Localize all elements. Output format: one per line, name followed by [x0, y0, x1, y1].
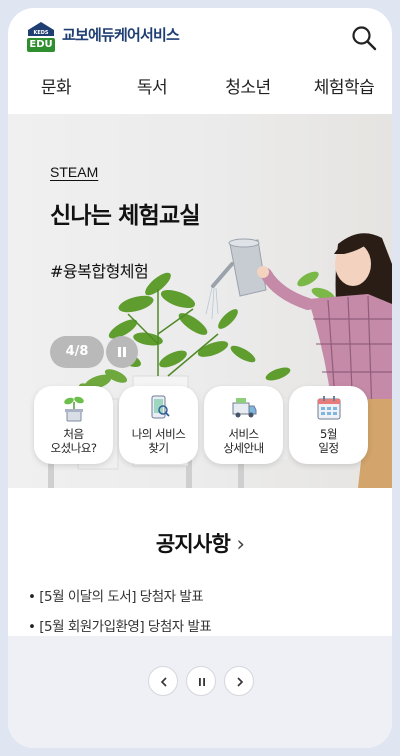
hero-hashtag: #융복합형체험	[50, 262, 149, 281]
notice-item[interactable]: [5월 이달의 도서] 당첨자 발표	[28, 582, 372, 612]
nav-item-reading[interactable]: 독서	[104, 70, 200, 114]
pause-icon	[199, 678, 205, 686]
notice-controls	[148, 666, 254, 696]
notice-prev-button[interactable]	[148, 666, 178, 696]
main-nav: 문화 독서 청소년 체험학습	[8, 70, 392, 114]
notice-title: 공지사항	[155, 532, 231, 556]
truck-icon	[232, 398, 257, 418]
quick-monthly-schedule-label: 5월 일정	[318, 427, 339, 455]
slide-pause-button[interactable]	[106, 336, 138, 368]
quick-first-visit[interactable]: 처음 오셨나요?	[34, 386, 113, 464]
slide-counter: 4/8	[50, 336, 104, 368]
notice-item[interactable]: [5월 회원가입환영] 당첨자 발표	[28, 612, 372, 642]
header: KEDS EDU 교보에듀케어서비스	[8, 8, 392, 68]
nav-item-youth[interactable]: 청소년	[200, 70, 296, 114]
hero-title: 신나는 체험교실	[50, 203, 201, 229]
logo[interactable]: KEDS EDU 교보에듀케어서비스	[26, 22, 180, 54]
chevron-right-icon: ›	[236, 532, 245, 556]
logo-mark: KEDS EDU	[26, 22, 56, 54]
quick-find-service[interactable]: 나의 서비스 찾기	[119, 386, 198, 464]
chevron-left-icon	[160, 677, 167, 687]
phone-search-icon	[151, 395, 170, 419]
phone-frame: KEDS EDU 교보에듀케어서비스 문화 독서 청소년 체험학습 STEAM …	[8, 8, 392, 748]
quick-service-detail[interactable]: 서비스 상세안내	[204, 386, 283, 464]
nav-item-experience[interactable]: 체험학습	[296, 70, 392, 114]
logo-edu: EDU	[27, 38, 55, 52]
house-icon: KEDS	[28, 22, 54, 36]
logo-text: 교보에듀케어서비스	[62, 25, 180, 44]
chevron-right-icon	[237, 677, 244, 687]
quick-first-visit-label: 처음 오셨나요?	[50, 427, 97, 455]
hero-tag[interactable]: STEAM	[50, 164, 98, 180]
notice-title-link[interactable]: 공지사항 ›	[8, 528, 392, 558]
quick-monthly-schedule[interactable]: 5월 일정	[289, 386, 368, 464]
notice-list: [5월 이달의 도서] 당첨자 발표 [5월 회원가입환영] 당첨자 발표	[28, 582, 372, 642]
search-icon	[352, 26, 377, 51]
calendar-icon	[317, 396, 341, 420]
notice-next-button[interactable]	[224, 666, 254, 696]
quick-service-detail-label: 서비스 상세안내	[223, 427, 264, 455]
search-button[interactable]	[350, 24, 378, 52]
nav-item-culture[interactable]: 문화	[8, 70, 104, 114]
sprout-icon	[64, 396, 84, 422]
quick-menu: 처음 오셨나요? 나의 서비스 찾기 서비스 상세안내 5월 일정	[34, 386, 368, 466]
notice-pause-button[interactable]	[186, 666, 216, 696]
logo-badge-text: KEDS	[33, 30, 48, 36]
quick-find-service-label: 나의 서비스 찾기	[131, 427, 186, 455]
